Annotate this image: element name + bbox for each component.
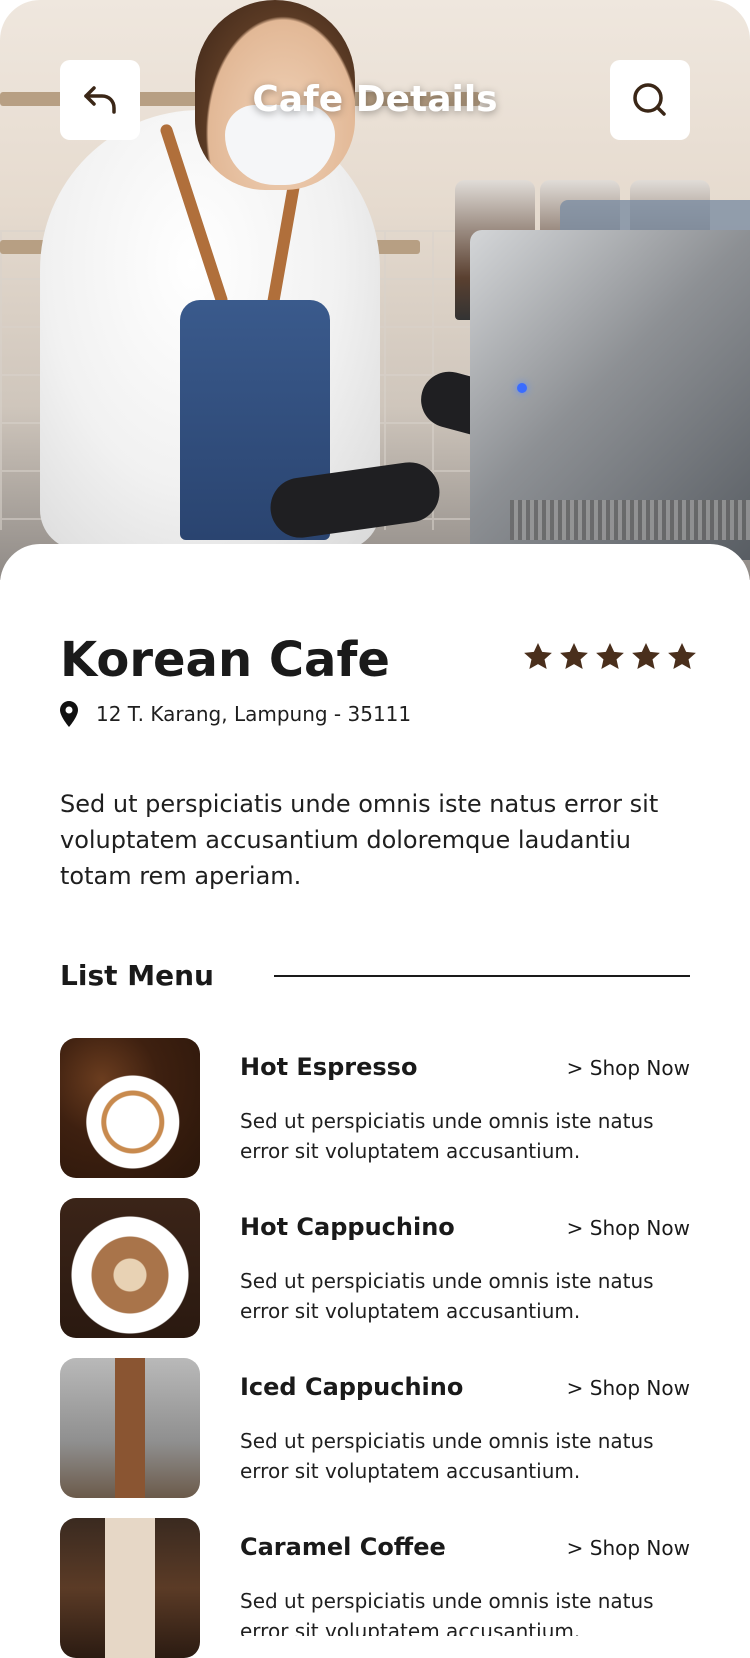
star-icon — [668, 643, 696, 669]
caramel-coffee-image — [60, 1518, 200, 1658]
address-text: 12 T. Karang, Lampung - 35111 — [96, 702, 412, 726]
shop-now-link[interactable]: > Shop Now — [567, 1532, 690, 1564]
menu-item-name: Caramel Coffee — [240, 1533, 446, 1561]
menu-item-caramel-coffee: Caramel Coffee > Shop Now Sed ut perspic… — [60, 1518, 690, 1658]
menu-item-description: Sed ut perspiciatis unde omnis iste natu… — [240, 1109, 654, 1163]
menu-item-name: Hot Cappuchino — [240, 1213, 455, 1241]
star-icon — [632, 643, 660, 669]
machine-led — [517, 383, 527, 393]
iced-cappuchino-image — [60, 1358, 200, 1498]
divider — [274, 975, 690, 977]
menu-item-hot-cappuchino: Hot Cappuchino > Shop Now Sed ut perspic… — [60, 1198, 690, 1338]
shop-now-link[interactable]: > Shop Now — [567, 1372, 690, 1404]
menu-item-description: Sed ut perspiciatis unde omnis iste natu… — [240, 1269, 654, 1323]
menu-item-hot-espresso: Hot Espresso > Shop Now Sed ut perspicia… — [60, 1038, 690, 1178]
star-icon — [524, 643, 552, 669]
back-button[interactable] — [60, 60, 140, 140]
star-icon — [560, 643, 588, 669]
menu-item-name: Hot Espresso — [240, 1053, 418, 1081]
list-menu-title: List Menu — [60, 959, 214, 992]
menu-item-iced-cappuchino: Iced Cappuchino > Shop Now Sed ut perspi… — [60, 1358, 690, 1498]
page-title: Cafe Details — [252, 79, 498, 120]
cafe-description: Sed ut perspiciatis unde omnis iste natu… — [60, 790, 659, 890]
menu-item-description: Sed ut perspiciatis unde omnis iste natu… — [240, 1589, 654, 1636]
star-icon — [596, 643, 624, 669]
shop-now-link[interactable]: > Shop Now — [567, 1052, 690, 1084]
rating-stars — [522, 641, 698, 673]
location-pin-icon — [60, 701, 78, 727]
search-icon — [633, 83, 666, 116]
cafe-address: 12 T. Karang, Lampung - 35111 — [60, 700, 411, 728]
back-arrow-icon — [84, 86, 116, 114]
search-button[interactable] — [610, 60, 690, 140]
menu-item-name: Iced Cappuchino — [240, 1373, 464, 1401]
drip-tray — [510, 500, 750, 540]
hot-espresso-image — [60, 1038, 200, 1178]
shop-now-link[interactable]: > Shop Now — [567, 1212, 690, 1244]
hot-cappuchino-image — [60, 1198, 200, 1338]
menu-item-description: Sed ut perspiciatis unde omnis iste natu… — [240, 1429, 654, 1483]
cafe-name: Korean Cafe — [60, 632, 390, 688]
